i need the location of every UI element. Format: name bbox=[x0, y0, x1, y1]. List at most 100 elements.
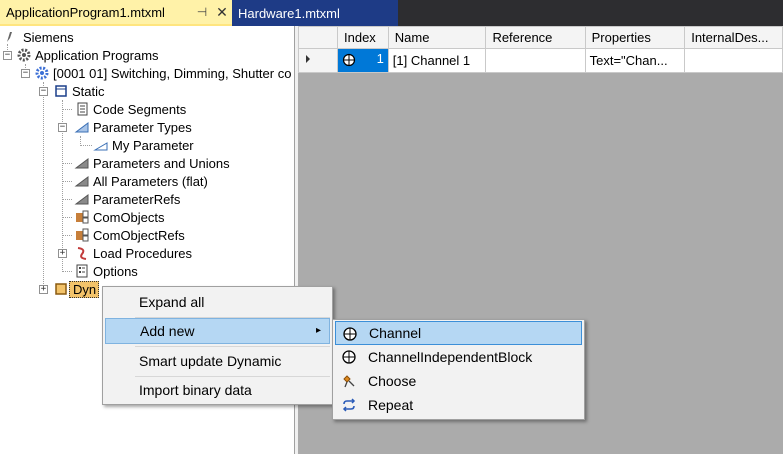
menu-item-label: Expand all bbox=[139, 294, 205, 310]
channel-icon bbox=[342, 53, 356, 70]
tree-connector bbox=[43, 82, 44, 290]
column-header-name[interactable]: Name bbox=[387, 26, 487, 49]
tab-hardware[interactable]: Hardware1.mtxml bbox=[232, 0, 398, 26]
tree-node-siemens[interactable]: Siemens bbox=[4, 28, 74, 46]
tree-node-load-procedures[interactable]: Load Procedures bbox=[74, 244, 192, 262]
submenu-item-channel[interactable]: Channel bbox=[335, 321, 582, 345]
tree-connector bbox=[80, 145, 92, 146]
tree-node-dynamic[interactable]: Dyn bbox=[53, 280, 100, 298]
menu-item-smart-update-dynamic[interactable]: Smart update Dynamic bbox=[105, 348, 330, 374]
tree-node-static[interactable]: Static bbox=[53, 82, 105, 100]
document-tab-strip: ApplicationProgram1.mtxml ⊣ ✕ Hardware1.… bbox=[0, 0, 783, 26]
tree-connector bbox=[62, 199, 72, 200]
grid-header-row: Index Name Reference Properties Internal… bbox=[298, 26, 783, 49]
tree-node-program[interactable]: [0001 01] Switching, Dimming, Shutter co bbox=[34, 64, 291, 82]
tree-node-label: Application Programs bbox=[35, 47, 159, 63]
tree-node-code-segments[interactable]: Code Segments bbox=[74, 100, 186, 118]
tree-connector bbox=[62, 235, 72, 236]
parameter-refs-icon bbox=[74, 191, 90, 207]
current-row-arrow-icon bbox=[306, 55, 310, 63]
tree-node-label: ComObjectRefs bbox=[93, 227, 185, 243]
submenu-item-channel-independent-block[interactable]: ChannelIndependentBlock bbox=[335, 345, 582, 369]
tree-node-parameters-and-unions[interactable]: Parameters and Unions bbox=[74, 154, 230, 172]
tree-node-label: Parameters and Unions bbox=[93, 155, 230, 171]
column-header-internal-description[interactable]: InternalDes... bbox=[684, 26, 783, 49]
tab-application-program-label: ApplicationProgram1.mtxml bbox=[6, 4, 165, 20]
channel-icon bbox=[342, 326, 358, 342]
tab-hardware-label: Hardware1.mtxml bbox=[238, 5, 340, 21]
row-header-cell[interactable] bbox=[298, 48, 338, 73]
parameters-icon bbox=[74, 155, 90, 171]
collapse-icon[interactable]: − bbox=[39, 87, 48, 96]
static-box-icon bbox=[53, 83, 69, 99]
tree-node-label: Load Procedures bbox=[93, 245, 193, 261]
grid-corner-cell[interactable] bbox=[298, 26, 338, 49]
tree-node-com-object-refs[interactable]: ComObjectRefs bbox=[74, 226, 185, 244]
column-header-reference[interactable]: Reference bbox=[485, 26, 586, 49]
expand-icon[interactable]: + bbox=[58, 249, 67, 258]
parameter-type-icon bbox=[74, 119, 90, 135]
tree-node-my-parameter[interactable]: My Parameter bbox=[93, 136, 194, 154]
submenu-item-choose[interactable]: Choose bbox=[335, 369, 582, 393]
code-segments-icon bbox=[74, 101, 90, 117]
tree-node-parameter-refs[interactable]: ParameterRefs bbox=[74, 190, 180, 208]
menu-item-import-binary-data[interactable]: Import binary data bbox=[105, 377, 330, 403]
choose-icon bbox=[341, 373, 357, 389]
tree-node-label: My Parameter bbox=[112, 137, 194, 153]
tree-node-label: ComObjects bbox=[93, 209, 165, 225]
pin-icon[interactable]: ⊣ bbox=[192, 5, 212, 19]
column-header-properties[interactable]: Properties bbox=[584, 26, 686, 49]
tree-node-parameter-types[interactable]: Parameter Types bbox=[74, 118, 192, 136]
tree-connector bbox=[62, 109, 72, 110]
close-icon[interactable]: ✕ bbox=[212, 4, 232, 21]
parameter-type-icon bbox=[93, 137, 109, 153]
cell-name[interactable]: [1] Channel 1 bbox=[387, 48, 487, 73]
cell-reference[interactable] bbox=[485, 48, 586, 73]
menu-item-label: Add new bbox=[140, 323, 195, 339]
submenu-arrow-icon: ▸ bbox=[315, 325, 321, 336]
tree-connector bbox=[62, 163, 72, 164]
tree-node-label: Parameter Types bbox=[93, 119, 192, 135]
context-menu: Expand all Add new ▸ Smart update Dynami… bbox=[102, 286, 333, 405]
cell-index[interactable]: 1 bbox=[337, 48, 389, 73]
menu-item-expand-all[interactable]: Expand all bbox=[105, 289, 330, 315]
tree-connector bbox=[62, 271, 72, 272]
expand-icon[interactable]: + bbox=[39, 285, 48, 294]
tab-application-program[interactable]: ApplicationProgram1.mtxml ⊣ ✕ bbox=[0, 0, 232, 26]
manufacturer-icon bbox=[4, 29, 20, 45]
grid-table: Index Name Reference Properties Internal… bbox=[298, 26, 783, 73]
menu-item-label: Import binary data bbox=[139, 382, 252, 398]
parameters-icon bbox=[74, 173, 90, 189]
com-object-refs-icon bbox=[74, 227, 90, 243]
tree-connector bbox=[62, 181, 72, 182]
tree-node-label: Static bbox=[72, 83, 105, 99]
cell-properties[interactable]: Text="Chan... bbox=[584, 48, 686, 73]
add-new-submenu: Channel ChannelIndependentBlock Choose R… bbox=[332, 319, 585, 420]
tree-node-options[interactable]: Options bbox=[74, 262, 138, 280]
repeat-icon bbox=[341, 397, 357, 413]
column-header-index[interactable]: Index bbox=[337, 26, 389, 49]
table-row[interactable]: 1 [1] Channel 1 Text="Chan... bbox=[298, 48, 783, 73]
gear-icon bbox=[16, 47, 32, 63]
com-objects-icon bbox=[74, 209, 90, 225]
cell-internal-description[interactable] bbox=[684, 48, 783, 73]
collapse-icon[interactable]: − bbox=[3, 51, 12, 60]
tree-node-label: Code Segments bbox=[93, 101, 187, 117]
tree-node-label-selected: Dyn bbox=[69, 280, 100, 298]
tree-node-com-objects[interactable]: ComObjects bbox=[74, 208, 165, 226]
program-gear-icon bbox=[34, 65, 50, 81]
tree-node-all-parameters[interactable]: All Parameters (flat) bbox=[74, 172, 208, 190]
menu-item-label: Smart update Dynamic bbox=[139, 353, 282, 369]
submenu-item-repeat[interactable]: Repeat bbox=[335, 393, 582, 417]
collapse-icon[interactable]: − bbox=[21, 69, 30, 78]
channel-independent-block-icon bbox=[341, 349, 357, 365]
tree-node-label: Siemens bbox=[23, 29, 74, 45]
menu-item-add-new[interactable]: Add new ▸ bbox=[105, 318, 330, 344]
tree-node-label: Options bbox=[93, 263, 138, 279]
dynamic-box-icon bbox=[53, 281, 69, 297]
tree-node-application-programs[interactable]: Application Programs bbox=[16, 46, 159, 64]
tree-node-label: ParameterRefs bbox=[93, 191, 181, 207]
tree-connector bbox=[62, 217, 72, 218]
cell-index-value: 1 bbox=[376, 51, 384, 66]
collapse-icon[interactable]: − bbox=[58, 123, 67, 132]
